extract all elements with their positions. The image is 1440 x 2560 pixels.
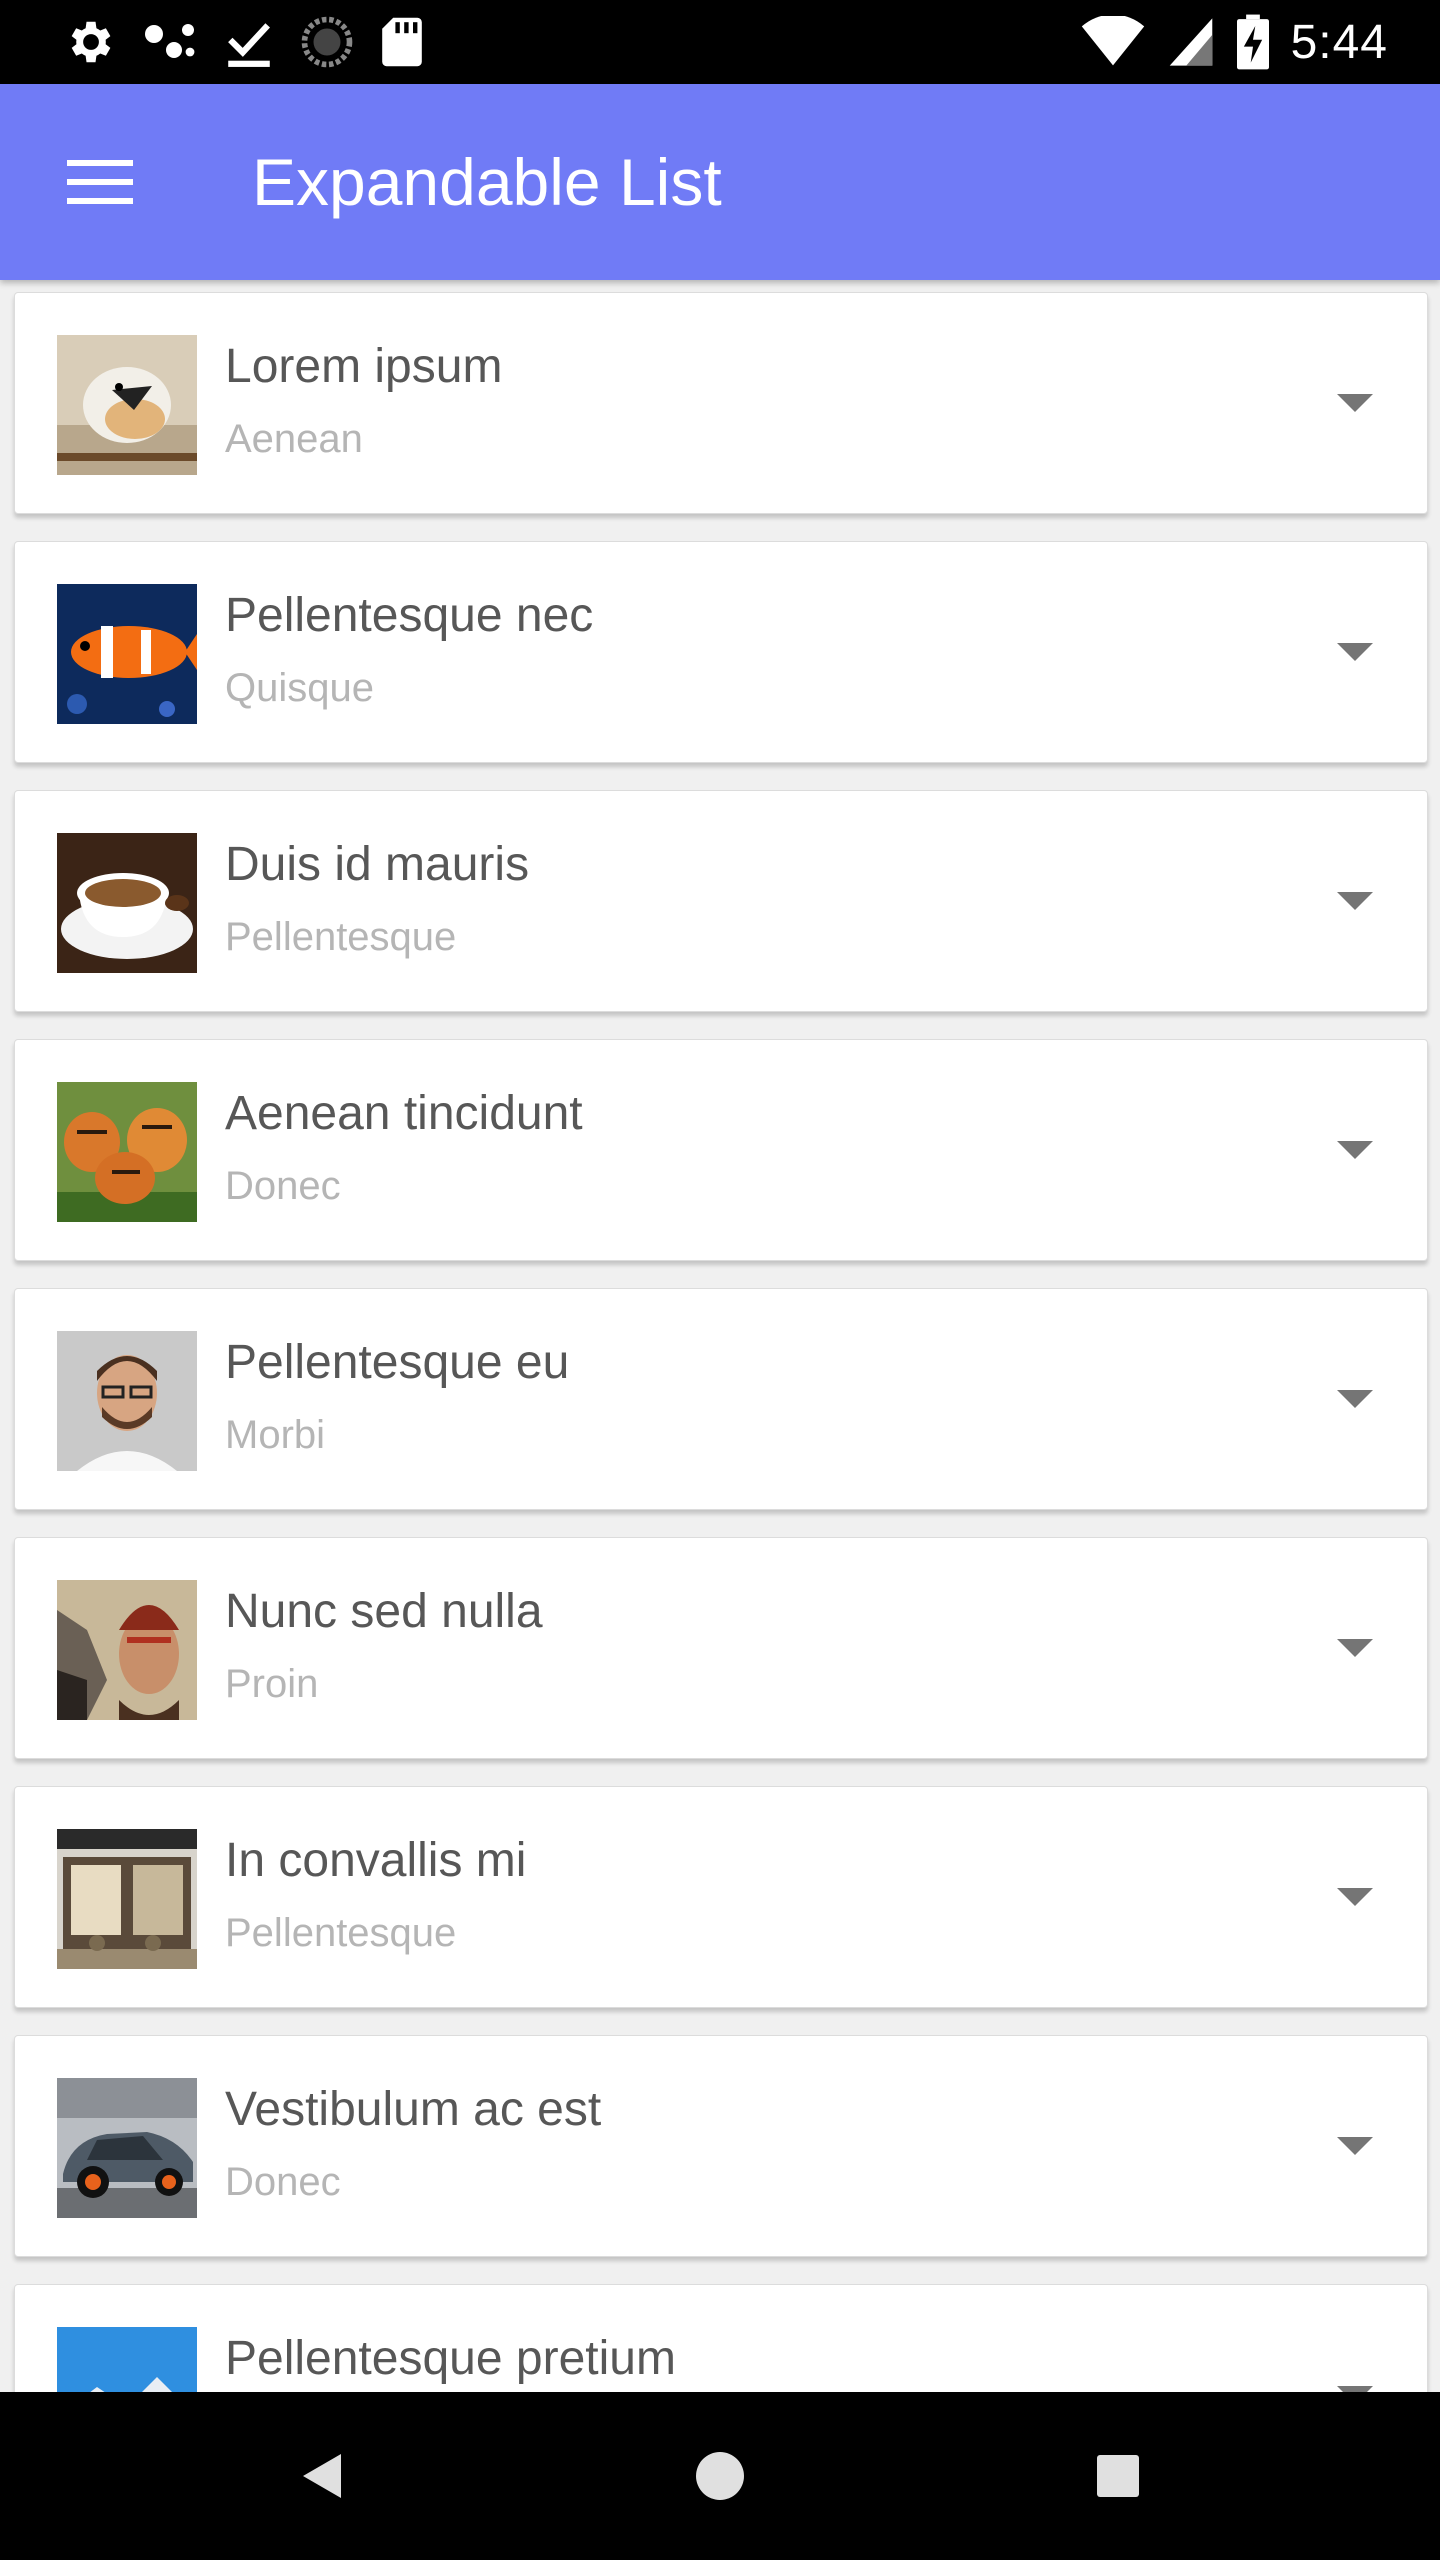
back-icon — [303, 2454, 341, 2498]
expand-arrow-icon[interactable] — [1325, 1369, 1385, 1429]
recents-button[interactable] — [1078, 2436, 1158, 2516]
item-title: In convallis mi — [225, 1834, 527, 1887]
item-subtitle: Aenean — [225, 417, 363, 461]
thumbnail-storefront — [57, 1829, 197, 1969]
list-item[interactable]: Pellentesque nec Quisque — [14, 541, 1428, 763]
list-item[interactable]: Pellentesque eu Morbi — [14, 1288, 1428, 1510]
list-item[interactable]: In convallis mi Pellentesque — [14, 1786, 1428, 2008]
list-item[interactable]: Nunc sed nulla Proin — [14, 1537, 1428, 1759]
app-bar: Expandable List — [0, 84, 1440, 280]
page-title: Expandable List — [252, 145, 722, 219]
item-subtitle: Donec — [225, 1164, 341, 1208]
thumbnail-wolf-woman — [57, 1580, 197, 1720]
status-bar: 5:44 — [0, 0, 1440, 84]
expand-arrow-icon[interactable] — [1325, 373, 1385, 433]
status-bar-system: 5:44 — [1081, 10, 1388, 74]
list-item[interactable]: Lorem ipsum Aenean — [14, 292, 1428, 514]
item-subtitle: Proin — [225, 1662, 319, 1706]
home-button[interactable] — [680, 2436, 760, 2516]
home-icon — [696, 2452, 744, 2500]
item-subtitle: Pellentesque — [225, 915, 457, 959]
clock: 5:44 — [1290, 15, 1388, 69]
wifi-icon — [1081, 16, 1145, 68]
status-bar-notifications — [62, 14, 424, 70]
list-item[interactable]: Aenean tincidunt Donec — [14, 1039, 1428, 1261]
item-subtitle: Quisque — [225, 666, 374, 710]
hamburger-menu-icon — [67, 160, 133, 204]
list-item[interactable]: Pellentesque pretium — [14, 2284, 1428, 2392]
item-subtitle: Morbi — [225, 1413, 326, 1457]
back-button[interactable] — [282, 2436, 362, 2516]
recents-icon — [1097, 2455, 1139, 2497]
thumbnail-mountain — [57, 2327, 197, 2392]
thumbnail-bird — [57, 335, 197, 475]
item-subtitle: Donec — [225, 2160, 341, 2204]
item-title: Aenean tincidunt — [225, 1087, 583, 1140]
item-subtitle: Pellentesque — [225, 1911, 457, 1955]
item-title: Duis id mauris — [225, 838, 530, 891]
menu-button[interactable] — [52, 146, 148, 218]
expand-arrow-icon[interactable] — [1325, 2365, 1385, 2392]
expand-arrow-icon[interactable] — [1325, 2116, 1385, 2176]
expand-arrow-icon[interactable] — [1325, 871, 1385, 931]
expandable-list: Lorem ipsum Aenean Pellentesque nec Quis… — [0, 280, 1440, 2392]
list-item[interactable]: Duis id mauris Pellentesque — [14, 790, 1428, 1012]
item-title: Pellentesque pretium — [225, 2332, 676, 2385]
thumbnail-clownfish — [57, 584, 197, 724]
expand-arrow-icon[interactable] — [1325, 1867, 1385, 1927]
item-title: Pellentesque eu — [225, 1336, 570, 1389]
signal-icon — [1167, 16, 1215, 68]
progress-icon — [300, 15, 354, 69]
item-title: Lorem ipsum — [225, 340, 503, 393]
expand-arrow-icon[interactable] — [1325, 1618, 1385, 1678]
thumbnail-tigers — [57, 1082, 197, 1222]
battery-charging-icon — [1236, 14, 1269, 70]
item-title: Nunc sed nulla — [225, 1585, 543, 1638]
expand-arrow-icon[interactable] — [1325, 622, 1385, 682]
item-title: Pellentesque nec — [225, 589, 594, 642]
thumbnail-man — [57, 1331, 197, 1471]
expand-arrow-icon[interactable] — [1325, 1120, 1385, 1180]
item-title: Vestibulum ac est — [225, 2083, 602, 2136]
settings-icon — [62, 15, 116, 69]
dots-icon — [142, 17, 198, 67]
download-done-icon — [224, 15, 274, 69]
thumbnail-car — [57, 2078, 197, 2218]
sd-card-icon — [380, 15, 424, 69]
thumbnail-coffee — [57, 833, 197, 973]
list-item[interactable]: Vestibulum ac est Donec — [14, 2035, 1428, 2257]
system-nav-bar — [0, 2392, 1440, 2560]
